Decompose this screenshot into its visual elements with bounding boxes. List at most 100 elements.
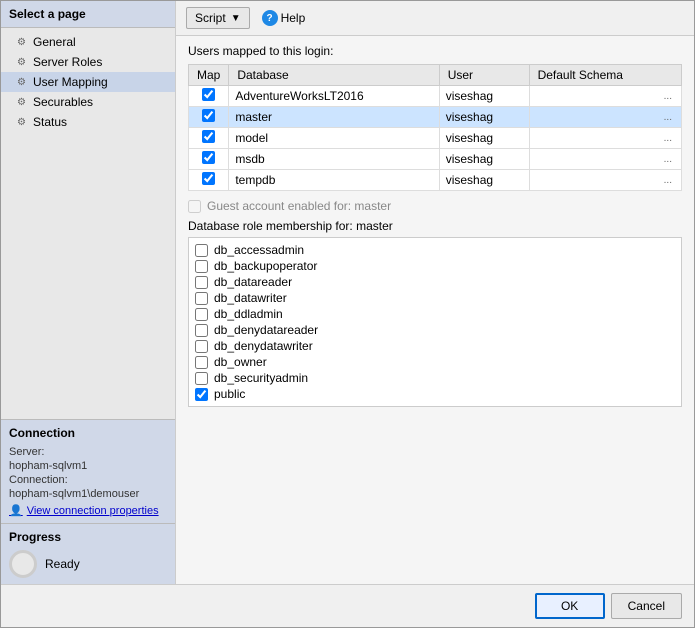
col-user: User [439,65,529,86]
col-map: Map [189,65,229,86]
general-icon: ⚙ [17,37,29,48]
role-section-label: Database role membership for: master [188,219,682,233]
help-button[interactable]: ? Help [254,7,314,29]
database-cell: msdb [229,149,439,170]
user-cell: viseshag [439,128,529,149]
role-name: public [214,387,245,401]
connection-people-icon: 👤 [9,504,23,517]
role-checkbox[interactable] [195,308,208,321]
view-connection-link[interactable]: 👤 View connection properties [9,504,167,517]
view-link-label[interactable]: View connection properties [27,505,159,517]
role-checkbox[interactable] [195,372,208,385]
user-cell: viseshag [439,86,529,107]
role-checkbox[interactable] [195,388,208,401]
role-name: db_owner [214,355,267,369]
map-checkbox[interactable] [202,130,215,143]
progress-section: Progress Ready [1,523,175,584]
schema-cell: ... [529,128,681,149]
map-checkbox[interactable] [202,109,215,122]
sidebar-item-general[interactable]: ⚙ General [1,32,175,52]
dialog-body: Select a page ⚙ General ⚙ Server Roles ⚙… [1,1,694,584]
role-checkbox[interactable] [195,260,208,273]
connection-header: Connection [9,426,167,440]
roles-list: db_accessadmin db_backupoperator db_datare… [188,237,682,407]
cancel-button[interactable]: Cancel [611,593,682,619]
dialog-footer: OK Cancel [1,584,694,627]
schema-cell: ... [529,149,681,170]
help-label: Help [281,11,306,25]
sidebar-item-user-mapping[interactable]: ⚙ User Mapping [1,72,175,92]
script-label: Script [195,11,226,25]
progress-status: Ready [45,557,80,571]
select-page-header: Select a page [1,1,175,28]
schema-cell: ... [529,86,681,107]
schema-browse-button[interactable]: ... [661,175,675,186]
role-name: db_securityadmin [214,371,308,385]
role-item: db_owner [195,354,675,370]
role-item: db_backupoperator [195,258,675,274]
role-item: db_securityadmin [195,370,675,386]
help-icon: ? [262,10,278,26]
map-checkbox[interactable] [202,151,215,164]
users-label: Users mapped to this login: [188,44,682,58]
progress-content: Ready [9,550,167,578]
role-name: db_datareader [214,275,292,289]
table-row[interactable]: AdventureWorksLT2016viseshag... [189,86,682,107]
connection-info: Server: hopham-sqlvm1 Connection: hopham… [9,446,167,500]
schema-browse-button[interactable]: ... [661,133,675,144]
role-name: db_denydatareader [214,323,318,337]
schema-cell: ... [529,107,681,128]
role-checkbox[interactable] [195,340,208,353]
status-icon: ⚙ [17,117,29,128]
role-item: db_datawriter [195,290,675,306]
role-item: db_datareader [195,274,675,290]
schema-browse-button[interactable]: ... [661,154,675,165]
connection-label: Connection: [9,474,167,486]
role-name: db_denydatawriter [214,339,313,353]
guest-account: Guest account enabled for: master [188,199,682,213]
schema-cell: ... [529,170,681,191]
database-cell: tempdb [229,170,439,191]
main-content: Users mapped to this login: Map Database… [176,36,694,584]
sidebar-item-securables[interactable]: ⚙ Securables [1,92,175,112]
script-button[interactable]: Script ▼ [186,7,250,29]
guest-account-label: Guest account enabled for: master [207,199,391,213]
progress-spinner [9,550,37,578]
table-row[interactable]: msdbviseshag... [189,149,682,170]
role-item: db_denydatawriter [195,338,675,354]
role-name: db_backupoperator [214,259,317,273]
user-mapping-icon: ⚙ [17,77,29,88]
sidebar-item-status[interactable]: ⚙ Status [1,112,175,132]
sidebar-item-label: Status [33,115,67,129]
chevron-down-icon: ▼ [231,13,241,24]
left-panel: Select a page ⚙ General ⚙ Server Roles ⚙… [1,1,176,584]
table-row[interactable]: modelviseshag... [189,128,682,149]
role-checkbox[interactable] [195,292,208,305]
guest-account-checkbox[interactable] [188,200,201,213]
connection-value: hopham-sqlvm1\demouser [9,488,167,500]
table-row[interactable]: tempdbviseshag... [189,170,682,191]
database-cell: master [229,107,439,128]
role-item: db_accessadmin [195,242,675,258]
sidebar-item-label: General [33,35,76,49]
connection-section: Connection Server: hopham-sqlvm1 Connect… [1,419,175,523]
role-checkbox[interactable] [195,276,208,289]
progress-header: Progress [9,530,167,544]
sidebar-item-server-roles[interactable]: ⚙ Server Roles [1,52,175,72]
user-mapping-table: Map Database User Default Schema Adventu… [188,64,682,191]
database-cell: model [229,128,439,149]
role-checkbox[interactable] [195,324,208,337]
table-row[interactable]: masterviseshag... [189,107,682,128]
role-name: db_accessadmin [214,243,304,257]
role-checkbox[interactable] [195,356,208,369]
map-checkbox[interactable] [202,172,215,185]
right-panel: Script ▼ ? Help Users mapped to this log… [176,1,694,584]
map-checkbox[interactable] [202,88,215,101]
role-checkbox[interactable] [195,244,208,257]
schema-browse-button[interactable]: ... [661,112,675,123]
schema-browse-button[interactable]: ... [661,91,675,102]
nav-items: ⚙ General ⚙ Server Roles ⚙ User Mapping … [1,28,175,419]
sidebar-item-label: User Mapping [33,75,108,89]
server-roles-icon: ⚙ [17,57,29,68]
ok-button[interactable]: OK [535,593,605,619]
